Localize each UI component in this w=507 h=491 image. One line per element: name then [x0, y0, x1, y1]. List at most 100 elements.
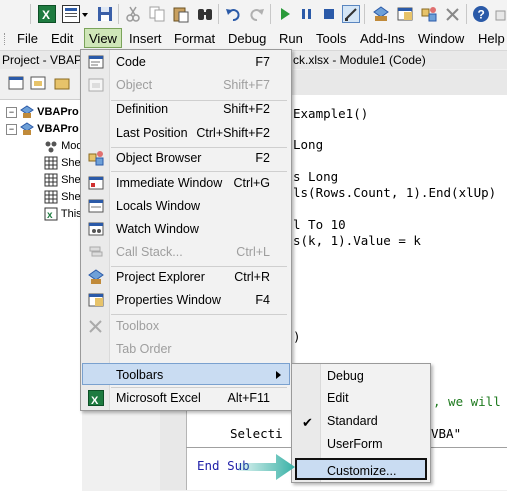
submenu-item-customize[interactable]: Customize...: [295, 458, 427, 480]
standard-toolbar: X ?: [0, 0, 507, 29]
submenu-item-debug[interactable]: Debug: [293, 365, 429, 387]
menu-item-immediate-window[interactable]: Immediate Window Ctrl+G: [82, 172, 290, 194]
tree-item[interactable]: − VBAPro: [6, 121, 79, 137]
project-pane-toolbar: [0, 70, 82, 98]
svg-text:?: ?: [478, 8, 485, 22]
menu-item-object-browser[interactable]: Object Browser F2: [82, 147, 290, 169]
menu-item-watch-window[interactable]: Watch Window: [82, 218, 290, 240]
collapse-icon[interactable]: −: [6, 106, 17, 118]
menu-item-toolbox[interactable]: Toolbox: [82, 315, 290, 337]
menu-item-locals-window[interactable]: Locals Window: [82, 195, 290, 217]
code-line: Long: [293, 137, 324, 152]
locals-window-icon: [88, 198, 104, 214]
menu-item-properties-window[interactable]: Properties Window F4: [82, 289, 290, 311]
submenu-item-edit[interactable]: Edit: [293, 387, 429, 409]
menu-item-call-stack[interactable]: Call Stack... Ctrl+L: [82, 241, 290, 263]
undo-icon[interactable]: [224, 5, 242, 23]
tree-item-label: This: [60, 208, 82, 220]
code-line: Selecti: [230, 426, 283, 441]
redo-icon[interactable]: [248, 5, 266, 23]
watch-window-icon: [88, 221, 104, 237]
copy-icon[interactable]: [148, 5, 166, 23]
menu-insert[interactable]: Insert: [129, 32, 162, 46]
toolbar-separator: [30, 4, 31, 24]
project-pane-title: Project - VBAPr: [0, 51, 84, 69]
menu-debug[interactable]: Debug: [228, 32, 266, 46]
design-mode-icon[interactable]: [342, 5, 360, 23]
code-line: ): [293, 329, 301, 344]
menubar-grip: [4, 33, 9, 45]
workbook-icon: x: [44, 207, 58, 221]
paste-icon[interactable]: [172, 5, 190, 23]
submenu-arrow-icon: [276, 371, 281, 379]
submenu-item-standard[interactable]: ✔ Standard: [293, 410, 429, 432]
object-browser-icon[interactable]: [420, 5, 438, 23]
view-object-icon[interactable]: [30, 76, 46, 90]
menu-edit[interactable]: Edit: [51, 32, 73, 46]
menu-window[interactable]: Window: [418, 32, 464, 46]
object-icon: [88, 77, 104, 93]
vba-project-icon: [20, 122, 34, 136]
tree-item-label: She: [61, 157, 81, 169]
submenu-item-userform[interactable]: UserForm: [293, 433, 429, 455]
toolbar-separator: [364, 4, 365, 24]
svg-text:X: X: [91, 395, 99, 406]
pointer-arrow-icon: [238, 452, 298, 485]
menu-item-tab-order[interactable]: Tab Order: [82, 338, 290, 360]
toolbox-icon[interactable]: [444, 5, 462, 23]
menu-help[interactable]: Help: [478, 32, 505, 46]
help-icon[interactable]: ?: [472, 5, 490, 23]
project-tree: − VBAPro − VBAPro Mod She She She x This: [0, 99, 82, 491]
tree-item[interactable]: − VBAPro: [6, 104, 79, 120]
code-line: l To 10: [293, 217, 346, 232]
code-line: VBA": [431, 426, 462, 441]
view-code-icon[interactable]: [8, 76, 24, 90]
tree-item-label: She: [61, 191, 81, 203]
code-line: s Long: [293, 169, 339, 184]
menu-item-toolbars[interactable]: Toolbars: [82, 363, 290, 385]
sheet-icon: [44, 173, 58, 187]
menu-tools[interactable]: Tools: [316, 32, 346, 46]
project-explorer-icon: [88, 269, 104, 285]
menu-run[interactable]: Run: [279, 32, 303, 46]
menu-view[interactable]: View: [84, 28, 122, 48]
view-object-icon[interactable]: [62, 5, 80, 23]
cut-icon[interactable]: [124, 5, 142, 23]
tree-item[interactable]: She: [44, 189, 81, 205]
tree-item[interactable]: She: [44, 155, 81, 171]
menu-file[interactable]: File: [17, 32, 38, 46]
vba-project-icon: [20, 105, 34, 119]
tree-item[interactable]: She: [44, 172, 81, 188]
svg-text:x: x: [47, 210, 53, 221]
toolbar-separator: [218, 4, 219, 24]
menu-item-last-position[interactable]: Last Position Ctrl+Shift+F2: [82, 122, 290, 144]
toolbar-separator: [270, 4, 271, 24]
module-icon: [44, 139, 58, 153]
menu-item-object[interactable]: Object Shift+F7: [82, 74, 290, 96]
break-icon[interactable]: [298, 5, 316, 23]
code-line: Example1(): [293, 106, 369, 121]
find-icon[interactable]: [196, 5, 214, 23]
toggle-folders-icon[interactable]: [54, 76, 70, 90]
collapse-icon[interactable]: −: [6, 123, 17, 135]
menu-item-project-explorer[interactable]: Project Explorer Ctrl+R: [82, 266, 290, 288]
code-icon: [88, 54, 104, 70]
reset-icon[interactable]: [320, 5, 338, 23]
project-explorer-icon[interactable]: [372, 5, 390, 23]
toolbar-more-icon[interactable]: [494, 5, 507, 23]
excel-icon[interactable]: X: [38, 5, 56, 23]
object-browser-icon: [88, 150, 104, 166]
menu-item-microsoft-excel[interactable]: X Microsoft Excel Alt+F11: [82, 387, 290, 409]
tree-item-label: She: [61, 174, 81, 186]
menu-add-ins[interactable]: Add-Ins: [360, 32, 405, 46]
properties-icon[interactable]: [396, 5, 414, 23]
dropdown-icon[interactable]: [80, 5, 90, 23]
menu-item-code[interactable]: Code F7: [82, 51, 290, 73]
save-icon[interactable]: [96, 5, 114, 23]
menu-format[interactable]: Format: [174, 32, 215, 46]
tree-item[interactable]: x This: [44, 206, 82, 222]
run-icon[interactable]: [276, 5, 294, 23]
toolbar-separator: [118, 4, 119, 24]
tree-item[interactable]: Mod: [44, 138, 82, 154]
menu-item-definition[interactable]: Definition Shift+F2: [82, 98, 290, 120]
